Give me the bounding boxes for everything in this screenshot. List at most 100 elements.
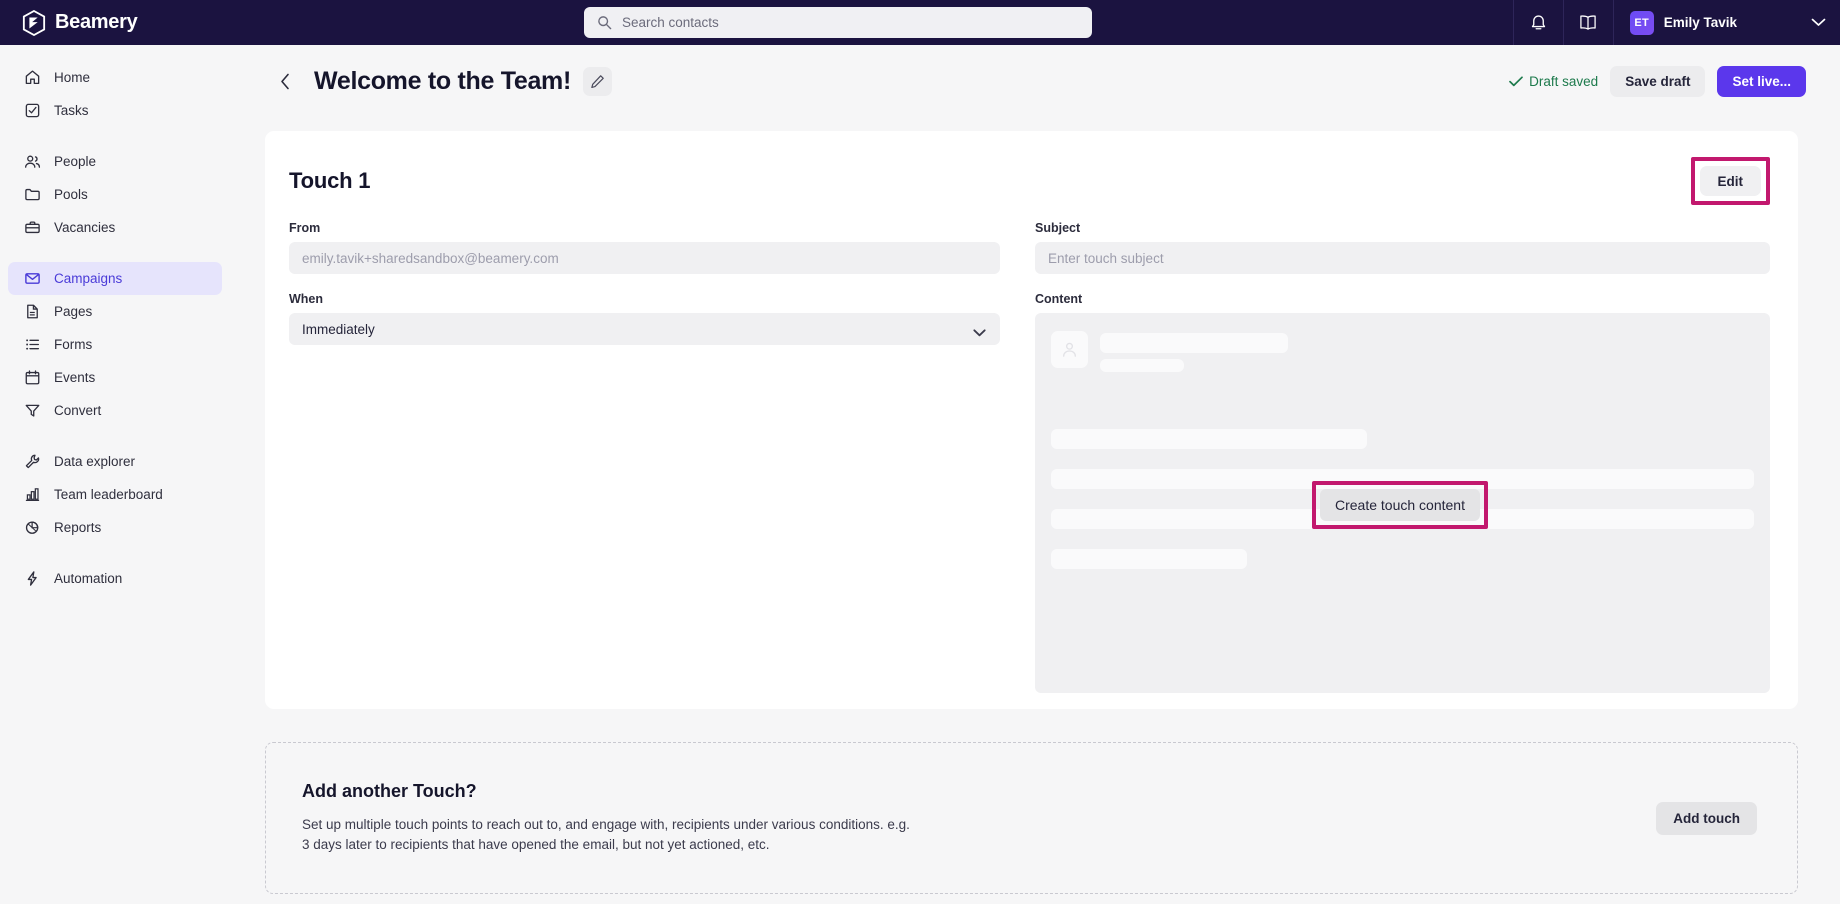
wrench-icon	[24, 453, 41, 470]
people-icon	[24, 153, 41, 170]
sidebar-item-team-leaderboard[interactable]: Team leaderboard	[8, 478, 222, 511]
edit-button[interactable]: Edit	[1699, 166, 1761, 196]
avatar: ET	[1629, 10, 1654, 35]
skeleton-bar	[1051, 429, 1367, 449]
touch-card-header: Touch 1 Edit	[265, 131, 1798, 205]
edit-title-button[interactable]	[583, 67, 613, 96]
subject-input[interactable]	[1035, 242, 1770, 274]
create-touch-content-button[interactable]: Create touch content	[1320, 489, 1480, 521]
draft-status: Draft saved	[1509, 74, 1598, 89]
sidebar-item-label: Tasks	[54, 103, 89, 118]
back-button[interactable]	[275, 72, 295, 92]
sidebar-item-label: Pools	[54, 187, 88, 202]
sidebar-item-automation[interactable]: Automation	[8, 562, 222, 595]
top-bar: Beamery Search contacts ET Emily Tavik	[0, 0, 1840, 45]
sidebar-divider	[0, 544, 230, 562]
sidebar-item-label: Events	[54, 370, 96, 385]
edit-button-highlight: Edit	[1690, 157, 1770, 205]
page-title: Welcome to the Team!	[314, 67, 572, 95]
beamery-logo-icon	[22, 9, 46, 36]
sidebar-item-label: People	[54, 154, 97, 169]
calendar-icon	[24, 369, 41, 386]
touch-card-body: From When Immediately	[265, 205, 1798, 693]
user-name: Emily Tavik	[1663, 15, 1737, 30]
content-label: Content	[1035, 292, 1083, 306]
subject-label: Subject	[1035, 221, 1081, 235]
sidebar-item-people[interactable]: People	[8, 145, 222, 178]
person-icon	[1063, 342, 1076, 357]
pie-chart-icon	[24, 519, 41, 536]
touch-right-column: Subject Content	[1035, 221, 1770, 693]
when-select-wrap: Immediately	[289, 313, 1000, 345]
funnel-icon	[24, 402, 41, 419]
sidebar-item-data-explorer[interactable]: Data explorer	[8, 445, 222, 478]
sidebar-divider	[0, 244, 230, 262]
touch-title: Touch 1	[289, 168, 371, 193]
add-touch-text-group: Add another Touch? Set up multiple touch…	[302, 781, 910, 855]
search-input[interactable]	[584, 7, 1092, 38]
sidebar-item-home[interactable]: Home	[8, 61, 222, 94]
draft-status-label: Draft saved	[1529, 74, 1599, 89]
sidebar-item-convert[interactable]: Convert	[8, 394, 222, 427]
sidebar-item-campaigns[interactable]: Campaigns	[8, 262, 222, 295]
add-another-touch-panel: Add another Touch? Set up multiple touch…	[265, 742, 1798, 894]
user-menu-chevron-down-icon[interactable]	[1811, 14, 1826, 32]
check-icon	[1509, 76, 1524, 87]
from-field-group: From	[289, 221, 1000, 274]
user-menu[interactable]: ET Emily Tavik	[1614, 0, 1751, 45]
sidebar-item-label: Forms	[54, 337, 93, 352]
sidebar-item-label: Team leaderboard	[54, 487, 163, 502]
tasks-icon	[24, 102, 41, 119]
envelope-icon	[24, 270, 41, 287]
folder-icon	[24, 186, 41, 203]
app-root: Beamery Search contacts ET Emily Tavik H…	[0, 0, 1840, 904]
topbar-right-group: ET Emily Tavik	[1512, 0, 1840, 45]
from-input[interactable]	[289, 242, 1000, 274]
when-label: When	[289, 292, 324, 306]
search-container	[584, 7, 1092, 38]
sidebar-item-label: Vacancies	[54, 220, 116, 235]
sidebar-item-forms[interactable]: Forms	[8, 328, 222, 361]
add-touch-description-line1: Set up multiple touch points to reach ou…	[302, 817, 910, 832]
sidebar-item-label: Automation	[54, 571, 123, 586]
sidebar-item-label: Pages	[54, 304, 93, 319]
subject-field-group: Subject	[1035, 221, 1770, 274]
create-touch-content-highlight: Create touch content	[1312, 481, 1488, 529]
home-icon	[24, 69, 41, 86]
sidebar-item-label: Reports	[54, 520, 102, 535]
skeleton-bar	[1051, 549, 1247, 569]
brand-name: Beamery	[55, 11, 138, 33]
add-touch-button[interactable]: Add touch	[1656, 801, 1757, 835]
skeleton-bar	[1100, 359, 1184, 372]
skeleton-avatar	[1051, 331, 1088, 368]
header-actions: Draft saved Save draft Set live...	[1509, 66, 1806, 97]
sidebar-item-label: Data explorer	[54, 454, 136, 469]
sidebar-item-pools[interactable]: Pools	[8, 178, 222, 211]
knowledge-base-button[interactable]	[1564, 0, 1613, 45]
book-icon	[1580, 15, 1596, 30]
touch-card: Touch 1 Edit From When Immediately	[265, 131, 1798, 709]
content-field-group: Content Create touch content	[1035, 292, 1770, 693]
sidebar-divider	[0, 127, 230, 145]
sidebar-item-vacancies[interactable]: Vacancies	[8, 211, 222, 244]
from-label: From	[289, 221, 321, 235]
pencil-icon	[591, 75, 604, 89]
briefcase-icon	[24, 219, 41, 236]
sidebar-item-tasks[interactable]: Tasks	[8, 94, 222, 127]
set-live-button[interactable]: Set live...	[1717, 66, 1806, 97]
sidebar-item-pages[interactable]: Pages	[8, 295, 222, 328]
notifications-button[interactable]	[1514, 0, 1563, 45]
when-select[interactable]: Immediately	[289, 313, 1000, 345]
sidebar-item-events[interactable]: Events	[8, 361, 222, 394]
brand-logo-group[interactable]: Beamery	[22, 9, 138, 36]
touch-left-column: From When Immediately	[289, 221, 1000, 693]
add-touch-title: Add another Touch?	[302, 781, 477, 801]
sidebar-item-reports[interactable]: Reports	[8, 511, 222, 544]
when-field-group: When Immediately	[289, 292, 1000, 345]
save-draft-button[interactable]: Save draft	[1610, 66, 1706, 97]
bar-chart-icon	[24, 486, 41, 503]
document-icon	[24, 303, 41, 320]
skeleton-text-group	[1100, 331, 1288, 372]
content-preview-area: Create touch content	[1035, 313, 1770, 693]
chevron-left-icon	[280, 73, 289, 90]
